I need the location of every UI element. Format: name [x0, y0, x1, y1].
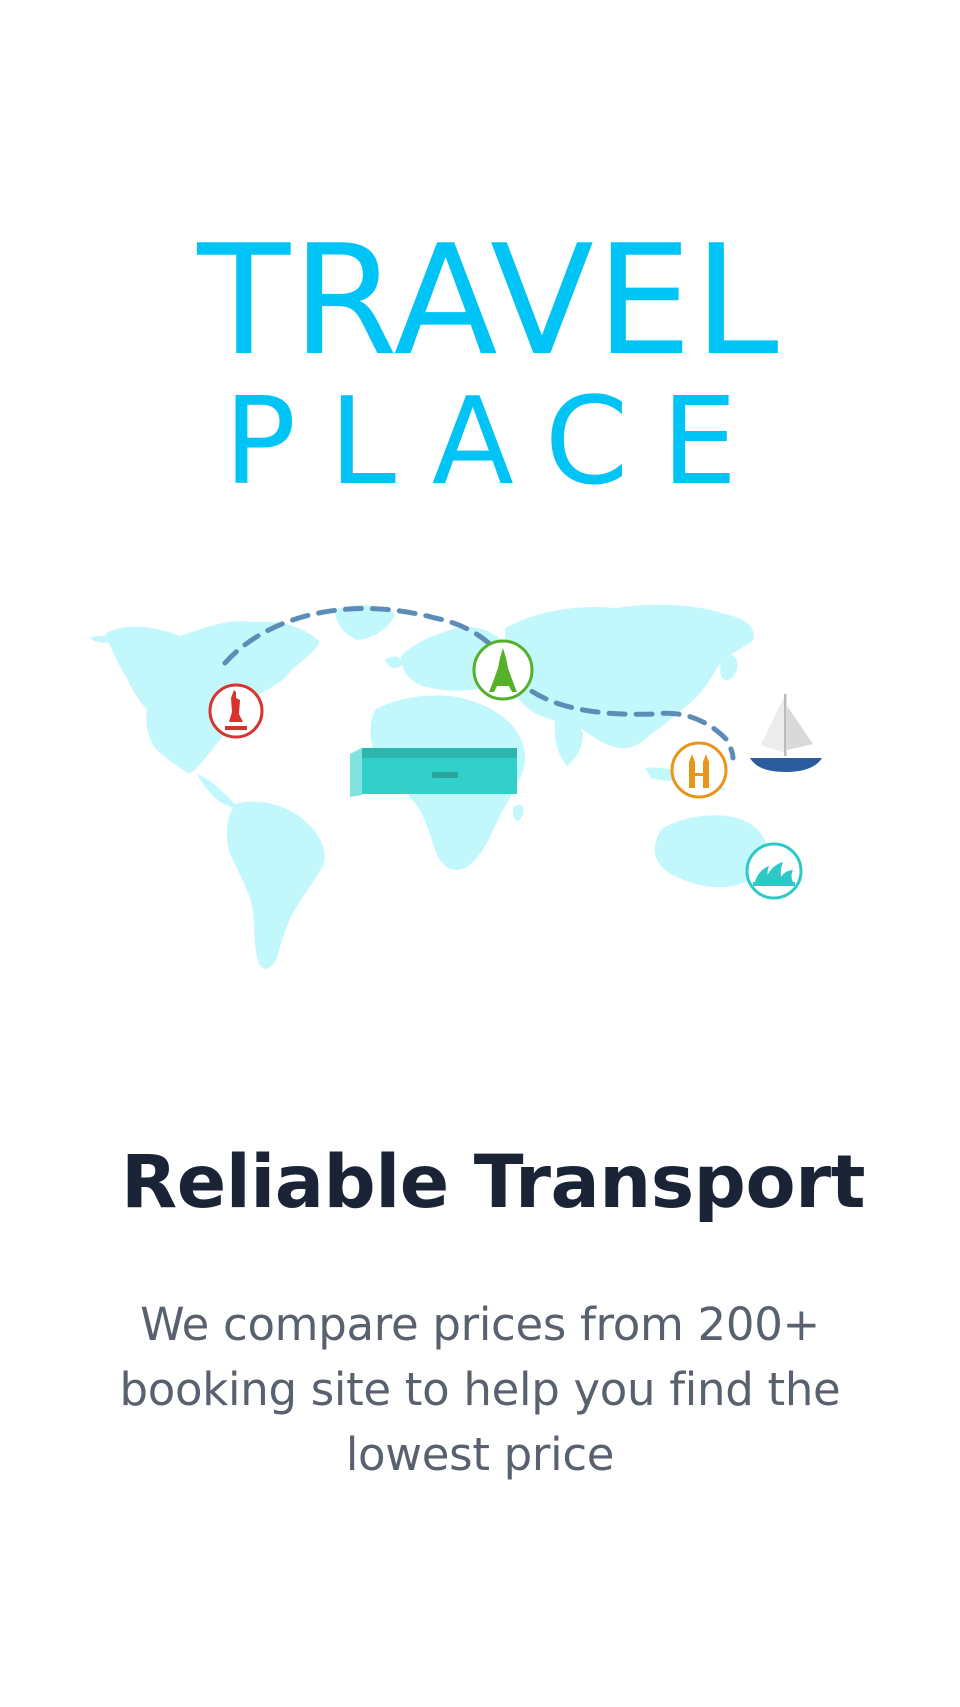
- sailboat-icon: [750, 694, 822, 772]
- uk: [385, 656, 403, 669]
- south-america: [226, 801, 325, 969]
- statue-of-liberty-icon: [208, 683, 264, 739]
- logo-line-place: PLACE: [223, 373, 771, 512]
- suitcase-icon: [350, 748, 517, 797]
- world-map-illustration: [90, 604, 822, 969]
- petronas-towers-icon: [670, 741, 728, 799]
- onboarding-headline: Reliable Transport: [121, 1140, 866, 1225]
- onboarding-screen: TRAVEL PLACE Reliable Transport We compa…: [0, 0, 960, 1707]
- sydney-opera-house-icon: [745, 842, 803, 900]
- asia: [505, 604, 754, 749]
- central-america: [197, 774, 237, 808]
- onboarding-description: We compare prices from 200+ booking site…: [119, 1298, 841, 1481]
- madagascar: [513, 804, 524, 821]
- eiffel-tower-icon: [472, 639, 534, 701]
- logo-line-travel: TRAVEL: [197, 212, 781, 389]
- app-logo: TRAVEL PLACE: [0, 225, 960, 503]
